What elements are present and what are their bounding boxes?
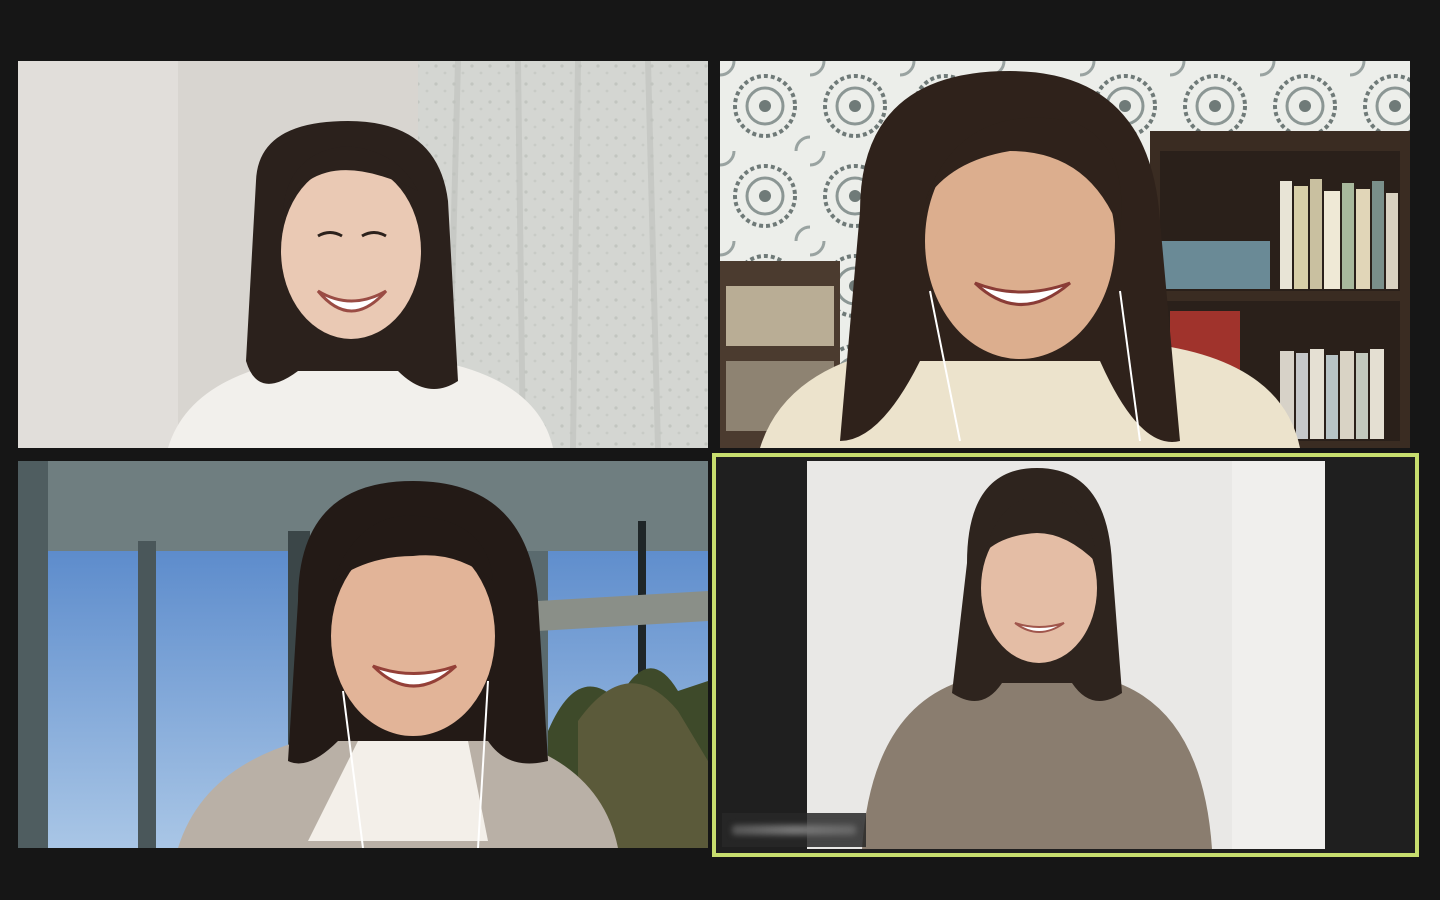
video-tile-participant-3[interactable] bbox=[18, 461, 708, 848]
participant-2-video bbox=[720, 61, 1410, 448]
participant-1-video bbox=[18, 61, 708, 448]
video-tile-participant-1[interactable] bbox=[18, 61, 708, 448]
video-meeting-window bbox=[0, 0, 1440, 900]
blurred-name-overlay bbox=[732, 825, 856, 835]
video-tile-participant-2[interactable] bbox=[720, 61, 1410, 448]
participant-4-video bbox=[712, 453, 1419, 857]
participant-name-label bbox=[722, 813, 866, 847]
participant-3-video bbox=[18, 461, 708, 848]
video-tile-participant-4[interactable] bbox=[712, 453, 1419, 857]
